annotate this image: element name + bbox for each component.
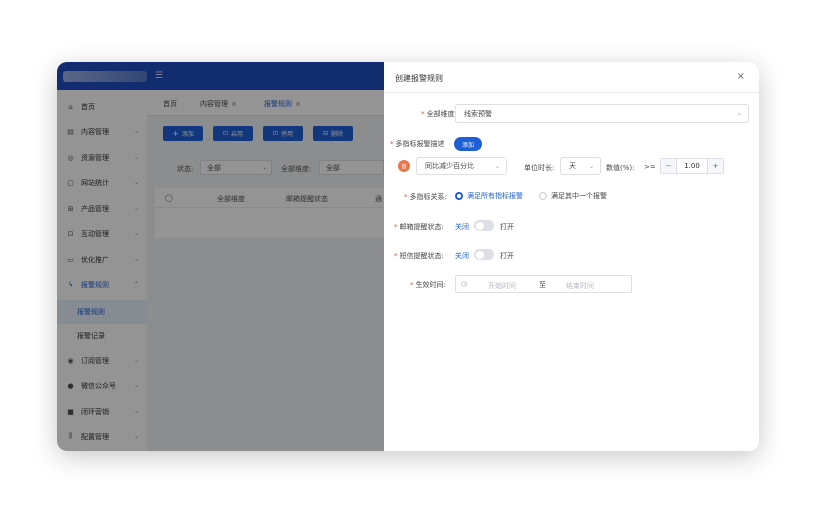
multi-desc-label: * 多指标报警描述: [390, 140, 445, 148]
radio-label: 满足其中一个报警: [551, 192, 607, 200]
range-separator: 至: [539, 281, 546, 289]
unit-label: 单位时长:: [524, 164, 555, 172]
email-toggle[interactable]: [474, 220, 494, 231]
metric-select[interactable]: 同比减少百分比 ⌄: [416, 157, 507, 175]
radio-all-metrics[interactable]: 满足所有指标报警: [455, 191, 523, 201]
close-icon[interactable]: ×: [737, 71, 745, 82]
sms-on-label[interactable]: 打开: [500, 251, 514, 261]
radio-label: 满足所有指标报警: [467, 192, 523, 200]
metric-value: 同比减少百分比: [425, 162, 474, 170]
chevron-down-icon: ⌄: [736, 110, 742, 117]
radio-dot: [455, 192, 463, 200]
stepper-value[interactable]: 1.00: [677, 159, 707, 173]
chevron-down-icon: ⌄: [494, 162, 500, 170]
delete-metric-button[interactable]: 首: [398, 160, 410, 172]
calendar-icon: ◷: [461, 280, 468, 288]
relation-label: * 多指标关系:: [404, 193, 447, 201]
app-window: ☰ ⌂ 首页 ▤ 内容管理 ⌄ ◎ 资源管理 ⌄ ▢ 网站统计 ⌄ ⊞ 产品管理…: [57, 62, 759, 451]
dimension-select[interactable]: 线索预警 ⌄: [455, 104, 749, 123]
end-time-input[interactable]: 结束时间: [566, 281, 594, 291]
divider: [384, 92, 759, 93]
value-stepper[interactable]: − 1.00 +: [660, 158, 724, 174]
email-off-label[interactable]: 关闭: [455, 222, 469, 232]
email-status-label: * 邮箱提醒状态:: [394, 223, 444, 231]
start-time-input[interactable]: 开始时间: [488, 281, 516, 291]
modal-overlay[interactable]: [57, 62, 384, 451]
minus-icon[interactable]: −: [661, 159, 677, 173]
sms-status-label: * 短信提醒状态:: [394, 252, 444, 260]
drawer-title: 创建报警规则: [395, 74, 443, 83]
unit-select[interactable]: 天 ⌄: [560, 157, 601, 175]
add-metric-button[interactable]: 添加: [454, 137, 482, 151]
sms-off-label[interactable]: 关闭: [455, 251, 469, 261]
email-on-label[interactable]: 打开: [500, 222, 514, 232]
radio-any-metric[interactable]: 满足其中一个报警: [539, 191, 607, 201]
dimension-value: 线索预警: [464, 109, 492, 118]
effective-time-label: * 生效时间:: [410, 281, 446, 289]
unit-value: 天: [569, 162, 576, 170]
sms-toggle[interactable]: [474, 249, 494, 260]
chevron-down-icon: ⌄: [588, 162, 594, 170]
create-alarm-rule-drawer: 创建报警规则 × * 全部维度: 线索预警 ⌄ * 多指标报警描述 添加 首 同比减…: [384, 62, 759, 451]
toggle-knob: [475, 221, 484, 230]
operator-label: >=: [644, 163, 656, 171]
effective-time-range[interactable]: ◷ 开始时间 至 结束时间: [455, 275, 632, 293]
plus-icon[interactable]: +: [707, 159, 723, 173]
toggle-knob: [475, 250, 484, 259]
radio-dot: [539, 192, 547, 200]
value-label: 数值(%):: [606, 164, 635, 172]
dimension-label: * 全部维度:: [421, 110, 457, 118]
